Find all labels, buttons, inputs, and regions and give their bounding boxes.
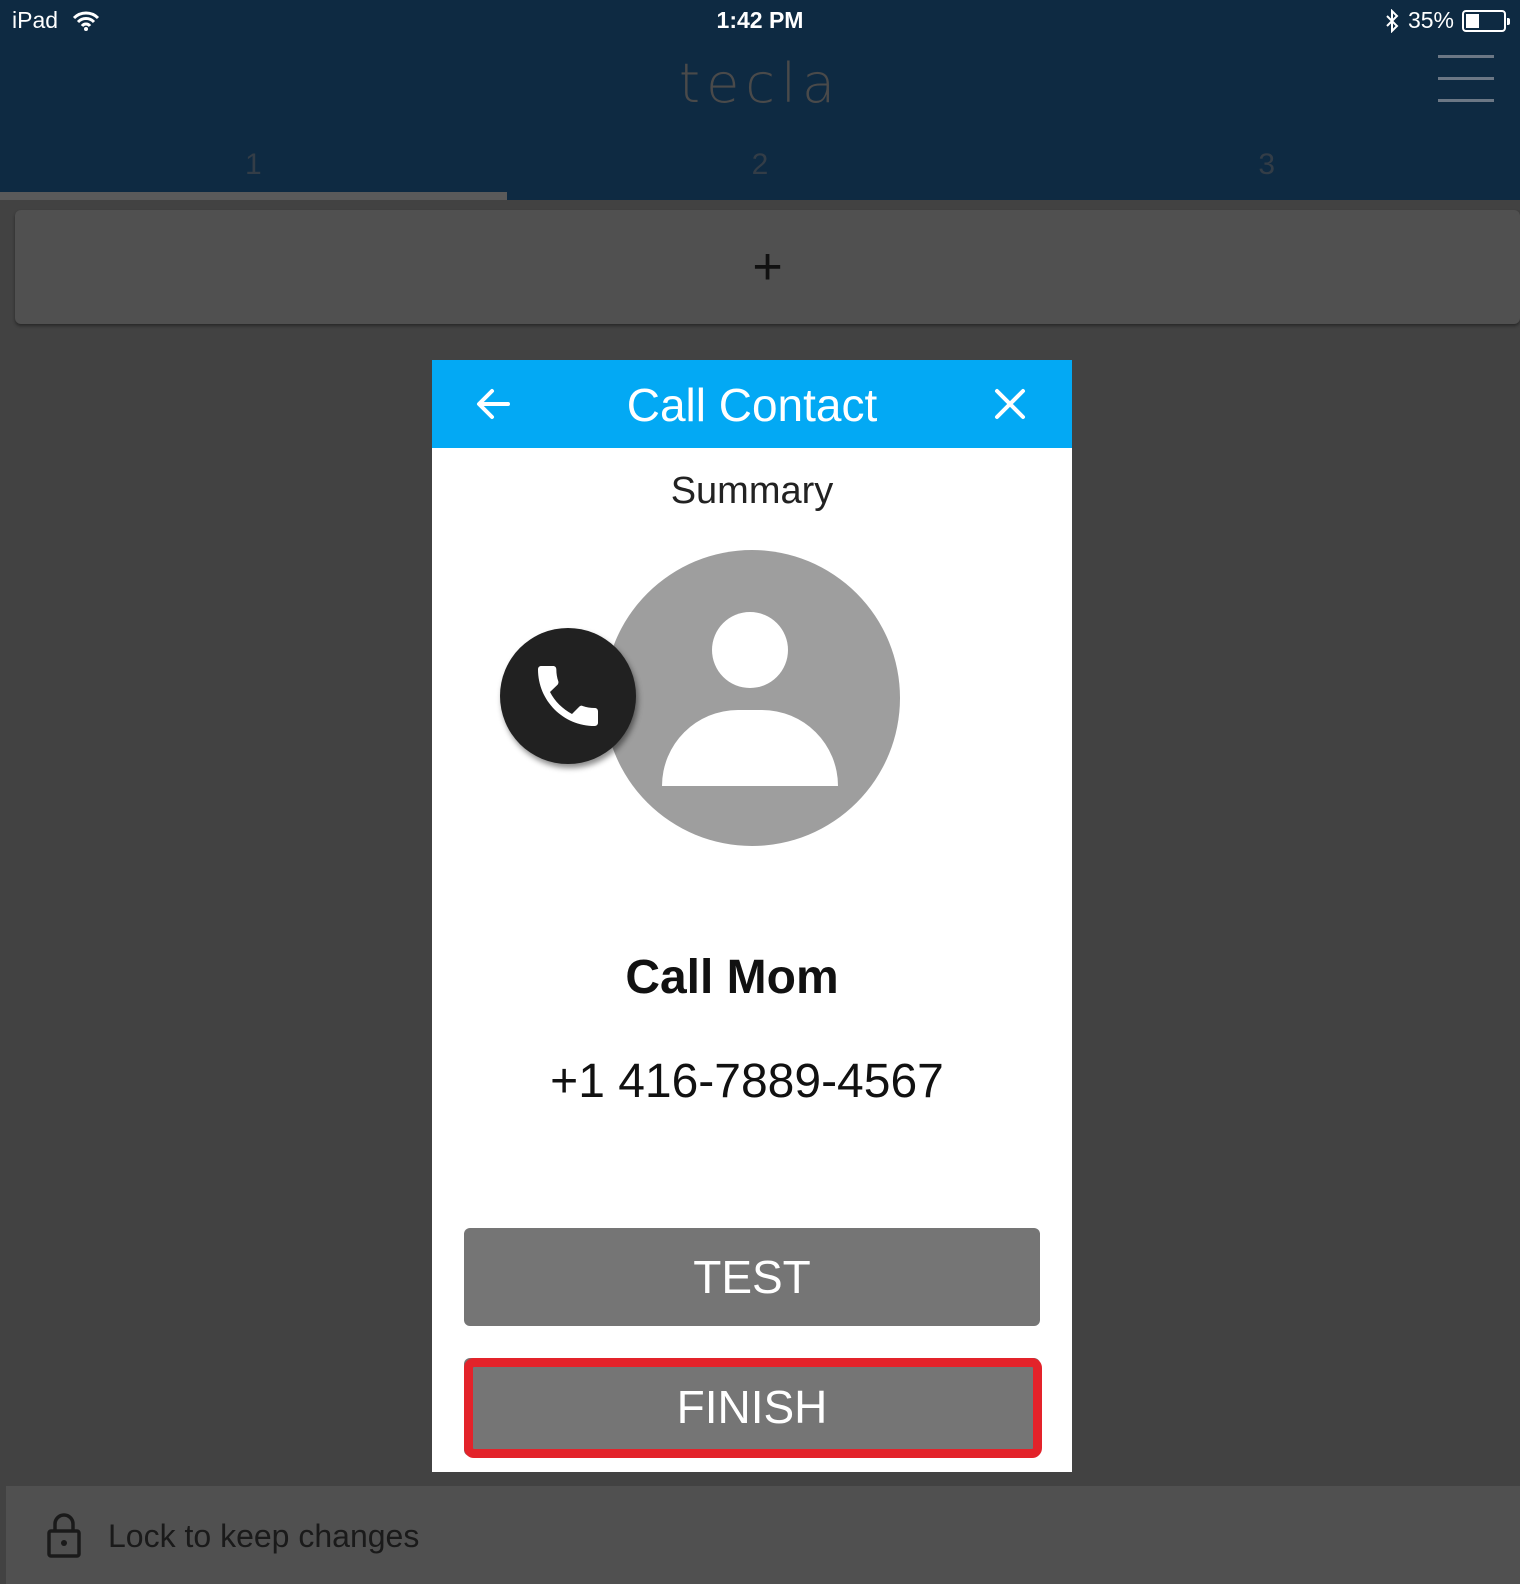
- lock-bar[interactable]: Lock to keep changes: [6, 1486, 1520, 1584]
- summary-heading: Summary: [670, 470, 834, 512]
- battery-icon: [1462, 9, 1510, 32]
- test-button[interactable]: TEST: [464, 1228, 1040, 1326]
- status-right: 35%: [1384, 7, 1510, 34]
- dialog-title: Call Contact: [626, 379, 878, 431]
- dialog-header: Call Contact: [432, 360, 1072, 448]
- call-contact-dialog: Call Contact Summary Call Mom +1 416-788…: [432, 360, 1072, 1472]
- contact-number: +1 416-7889-4567: [550, 1055, 944, 1108]
- battery-percent: 35%: [1407, 7, 1454, 33]
- contact-avatar-icon: [604, 550, 900, 846]
- plus-icon: +: [752, 238, 783, 296]
- page-tabs: 1 2 3: [0, 140, 1520, 200]
- bluetooth-icon: [1386, 8, 1399, 33]
- app-header: iPad 1:42 PM 35% tecla 1 2 3: [0, 0, 1520, 200]
- status-bar: iPad 1:42 PM 35%: [0, 0, 1520, 42]
- battery-fill: [1466, 13, 1479, 28]
- lock-icon: [47, 1513, 81, 1558]
- hamburger-menu-icon[interactable]: [1438, 55, 1494, 103]
- tab-1[interactable]: 1: [0, 140, 507, 200]
- lock-label: Lock to keep changes: [108, 1518, 420, 1554]
- tab-2[interactable]: 2: [507, 140, 1014, 200]
- contact-name: Call Mom: [625, 951, 839, 1004]
- close-icon[interactable]: [988, 382, 1032, 426]
- app-logo: tecla: [678, 52, 842, 115]
- phone-icon: [500, 628, 636, 764]
- finish-button[interactable]: FINISH: [464, 1358, 1040, 1456]
- back-arrow-icon[interactable]: [472, 382, 516, 426]
- add-shortcut-button[interactable]: +: [15, 210, 1520, 324]
- tab-3[interactable]: 3: [1013, 140, 1520, 200]
- status-time: 1:42 PM: [716, 7, 804, 33]
- phone-glyph: [538, 666, 598, 726]
